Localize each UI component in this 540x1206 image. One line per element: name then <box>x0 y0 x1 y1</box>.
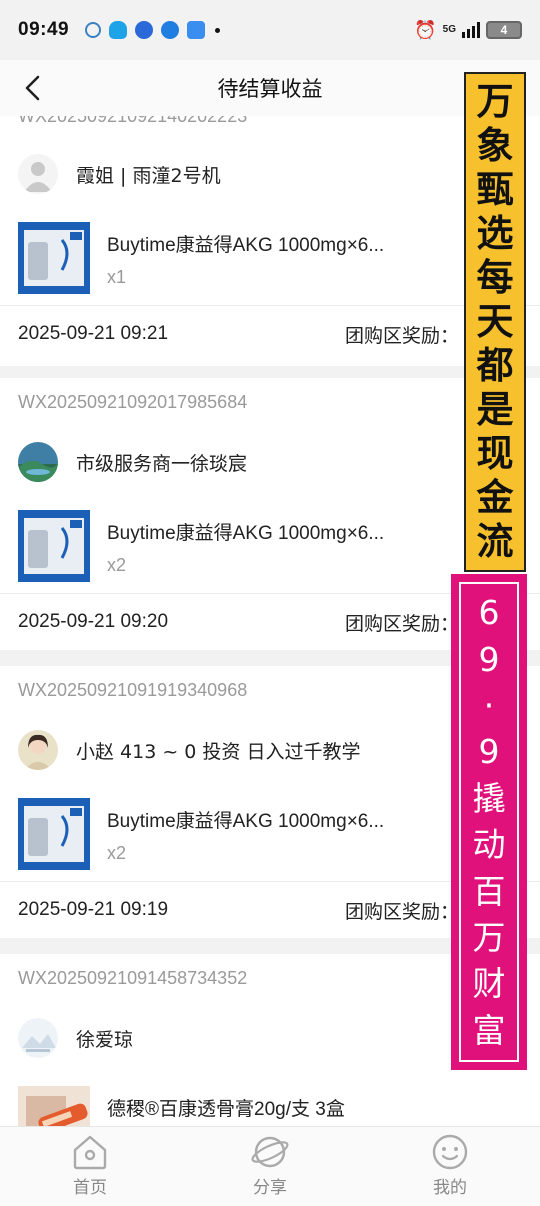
nav-home[interactable]: 首页 <box>0 1127 180 1206</box>
banner-char: 天 <box>476 300 514 343</box>
order-card[interactable]: WX20250921092140202223 霞姐 | 雨潼2号机 Buytim… <box>0 116 540 366</box>
banner-char: 6 <box>478 593 500 633</box>
buyer-row: 霞姐 | 雨潼2号机 <box>0 144 540 204</box>
promo-banner-pink[interactable]: 6 9 · 9 撬 动 百 万 财 富 <box>451 574 527 1070</box>
product-image <box>18 510 90 582</box>
banner-char: 富 <box>472 1010 506 1050</box>
reward-label: 团购区奖励： <box>345 900 460 923</box>
battery-level: 4 <box>500 23 508 37</box>
product-name: Buytime康益得AKG 1000mg×6... <box>107 811 385 832</box>
status-time: 09:49 <box>18 19 70 40</box>
banner-char: 象 <box>476 124 514 167</box>
product-qty: x2 <box>107 555 127 575</box>
order-time: 2025-09-21 09:19 <box>18 899 169 920</box>
banner-char: 9 <box>478 639 500 679</box>
smiley-icon <box>430 1133 470 1171</box>
banner-char: 万 <box>472 917 506 957</box>
reward-label: 团购区奖励： <box>345 324 460 347</box>
banner-char: 金 <box>476 476 514 519</box>
signal-icon <box>462 22 480 38</box>
promo-banner-yellow[interactable]: 万 象 甄 选 每 天 都 是 现 金 流 <box>464 72 526 572</box>
nav-share[interactable]: 分享 <box>180 1127 360 1206</box>
banner-char: 是 <box>476 388 514 431</box>
nav-mine[interactable]: 我的 <box>360 1127 540 1206</box>
cloud-icon <box>187 21 206 39</box>
banner-char: 选 <box>476 212 514 255</box>
order-id: WX20250921092017985684 <box>18 392 248 412</box>
back-arrow-icon <box>25 75 40 101</box>
network-type: 5G <box>442 24 456 35</box>
banner-char: 现 <box>476 432 514 475</box>
more-notifications-dot <box>215 27 221 33</box>
product-name: Buytime康益得AKG 1000mg×6... <box>107 235 385 256</box>
planet-icon <box>250 1133 290 1171</box>
nav-mine-label: 我的 <box>433 1178 467 1198</box>
order-time: 2025-09-21 09:20 <box>18 611 169 632</box>
alarm-icon: ⏰ <box>414 19 437 40</box>
banner-char: 都 <box>476 344 514 387</box>
app-notification-icon <box>85 22 102 38</box>
buyer-avatar <box>18 154 58 194</box>
browser-icon <box>161 21 180 39</box>
product-row[interactable]: 德稷®百康透骨膏20g/支 3盒 <box>0 1086 540 1126</box>
banner-char: 动 <box>472 825 506 865</box>
buyer-avatar <box>18 730 58 770</box>
product-image <box>18 222 90 294</box>
order-time: 2025-09-21 09:21 <box>18 323 169 344</box>
product-name: 德稷®百康透骨膏20g/支 3盒 <box>107 1099 345 1120</box>
banner-char: 财 <box>472 964 506 1004</box>
reward-label: 团购区奖励： <box>345 612 460 635</box>
banner-char: 9 <box>478 732 500 772</box>
product-image <box>18 798 90 870</box>
status-bar: 09:49 ⏰ 5G 4 <box>0 0 540 60</box>
banner-char: · <box>483 685 495 725</box>
time-row: 2025-09-21 09:21 团购区奖励： <box>0 306 540 362</box>
banner-char: 流 <box>476 520 514 563</box>
buyer-name: 小赵 413 ~ 0 投资 日入过千教学 <box>76 740 361 763</box>
paw-icon <box>135 21 154 39</box>
product-qty: x2 <box>107 843 127 863</box>
banner-pink-frame: 6 9 · 9 撬 动 百 万 财 富 <box>459 582 519 1062</box>
banner-char: 百 <box>472 871 506 911</box>
buyer-avatar <box>18 1018 58 1058</box>
nav-home-label: 首页 <box>73 1178 107 1198</box>
buyer-avatar <box>18 442 58 482</box>
buyer-name: 徐爱琼 <box>76 1028 134 1051</box>
product-image <box>18 1086 90 1126</box>
banner-char: 撬 <box>472 778 506 818</box>
buyer-name: 霞姐 | 雨潼2号机 <box>76 164 221 187</box>
page-title: 待结算收益 <box>217 77 323 101</box>
bottom-nav: 首页 分享 我的 <box>0 1126 540 1206</box>
home-icon <box>70 1133 110 1171</box>
order-id: WX20250921091458734352 <box>18 968 248 988</box>
order-id: WX20250921092140202223 <box>18 116 248 126</box>
qq-icon <box>109 21 128 39</box>
buyer-row: 市级服务商一徐琰宸 <box>0 432 540 492</box>
order-id: WX20250921091919340968 <box>18 680 248 700</box>
banner-char: 万 <box>476 80 514 123</box>
back-button[interactable] <box>14 70 50 106</box>
nav-share-label: 分享 <box>253 1178 287 1198</box>
product-qty: x1 <box>107 267 127 287</box>
product-row[interactable]: Buytime康益得AKG 1000mg×6... x1 <box>0 222 540 312</box>
page-header: 待结算收益 <box>0 60 540 116</box>
buyer-name: 市级服务商一徐琰宸 <box>76 452 248 475</box>
product-name: Buytime康益得AKG 1000mg×6... <box>107 523 385 544</box>
banner-char: 甄 <box>476 168 514 211</box>
banner-char: 每 <box>476 256 514 299</box>
battery-icon: 4 <box>486 21 522 39</box>
